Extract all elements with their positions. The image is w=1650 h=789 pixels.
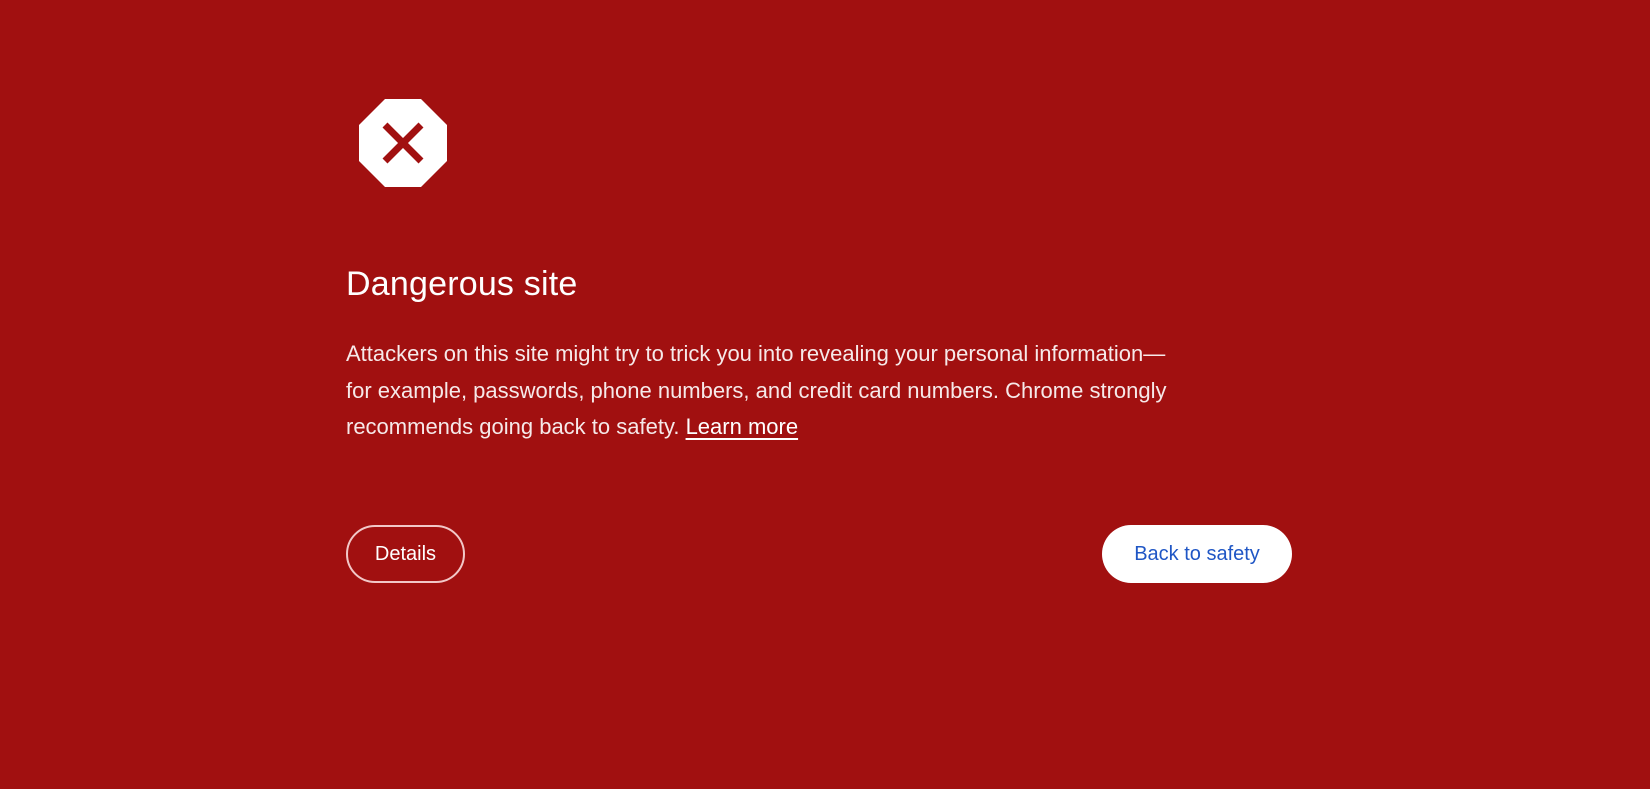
- stop-sign-x-icon: [359, 99, 447, 187]
- description-line: for example, passwords, phone numbers, a…: [346, 377, 1167, 403]
- learn-more-link[interactable]: Learn more: [686, 414, 799, 439]
- interstitial-container: Dangerous site Attackers on this site mi…: [346, 0, 1292, 789]
- description-line: Attackers on this site might try to tric…: [346, 341, 1166, 366]
- back-to-safety-button[interactable]: Back to safety: [1102, 525, 1292, 583]
- details-button[interactable]: Details: [346, 525, 465, 583]
- page-title: Dangerous site: [346, 265, 578, 303]
- description-line-last: recommends going back to safety. Learn m…: [346, 409, 1292, 446]
- warning-description: Attackers on this site might try to tric…: [346, 336, 1292, 446]
- description-line-text: recommends going back to safety.: [346, 414, 680, 439]
